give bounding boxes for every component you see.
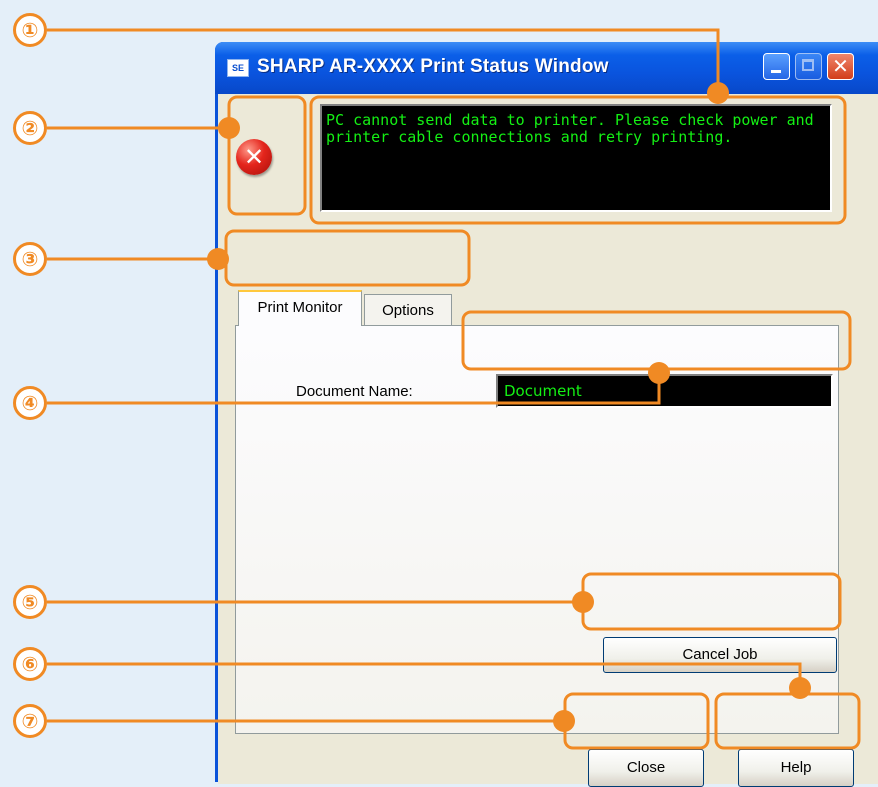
- close-icon: ✕: [832, 54, 849, 78]
- callout-5: ⑤: [13, 585, 47, 619]
- window-client-area: ✕ PC cannot send data to printer. Please…: [218, 94, 878, 787]
- callout-2: ②: [13, 111, 47, 145]
- print-status-window: SE SHARP AR-XXXX Print Status Window ✕ ✕…: [215, 42, 878, 787]
- document-name-field: Document: [496, 374, 833, 408]
- status-message-display: PC cannot send data to printer. Please c…: [320, 104, 832, 212]
- title-bar[interactable]: SE SHARP AR-XXXX Print Status Window ✕: [215, 42, 878, 94]
- tab-print-monitor[interactable]: Print Monitor: [238, 290, 362, 326]
- callout-6: ⑥: [13, 647, 47, 681]
- document-name-label: Document Name:: [296, 383, 413, 400]
- cancel-job-button[interactable]: Cancel Job: [603, 637, 837, 673]
- print-monitor-panel: Document Name: Document Cancel Job: [235, 325, 839, 734]
- window-title: SHARP AR-XXXX Print Status Window: [257, 56, 609, 77]
- close-window-button[interactable]: ✕: [827, 53, 854, 80]
- error-icon: ✕: [236, 139, 272, 175]
- callout-3: ③: [13, 242, 47, 276]
- callout-1: ①: [13, 13, 47, 47]
- tab-options[interactable]: Options: [364, 294, 452, 328]
- printer-app-icon: SE: [227, 59, 249, 77]
- minimize-button[interactable]: [763, 53, 790, 80]
- callout-7: ⑦: [13, 704, 47, 738]
- callout-4: ④: [13, 386, 47, 420]
- maximize-button: [795, 53, 822, 80]
- close-button[interactable]: Close: [588, 749, 704, 787]
- help-button[interactable]: Help: [738, 749, 854, 787]
